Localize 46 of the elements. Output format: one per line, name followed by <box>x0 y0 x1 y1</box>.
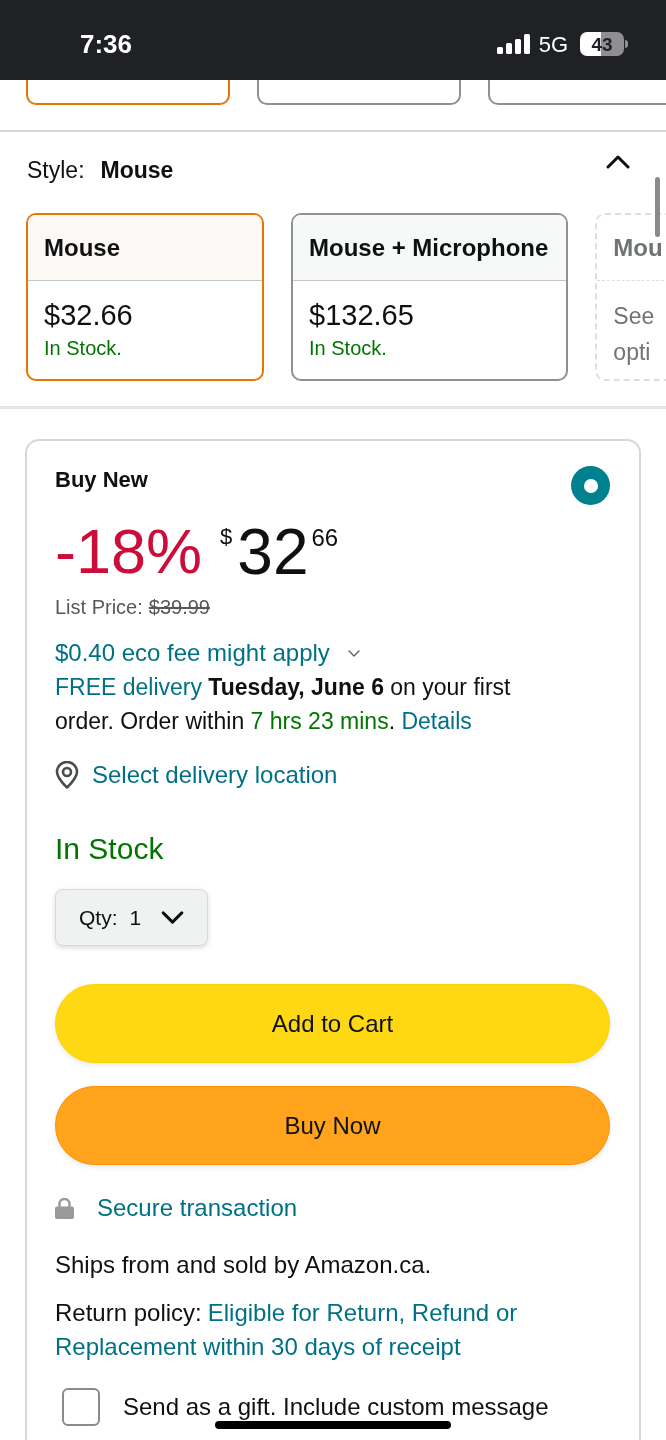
return-policy-link[interactable]: Replacement within 30 days of receipt <box>55 1330 461 1364</box>
radio-button[interactable] <box>571 466 610 505</box>
signal-icon <box>496 34 531 54</box>
offer-title: Buy New <box>55 467 148 493</box>
discount-percent: -18% <box>55 520 203 583</box>
buy-now-button[interactable]: Buy Now <box>55 1086 610 1165</box>
eco-fee-link[interactable]: $0.40 eco fee might apply <box>55 635 330 671</box>
quantity-dropdown[interactable]: Qty: 1 <box>55 889 208 946</box>
secure-transaction-link[interactable]: Secure transaction <box>97 1190 298 1226</box>
delivery-info: FREE delivery Tuesday, June 6 on your first order. Order within 7 hrs 23 mins. Details <box>55 673 512 736</box>
style-option-note: See <box>613 302 656 331</box>
style-option-price: $32.66 <box>44 298 134 333</box>
style-option-name: Mou <box>613 232 663 263</box>
list-price: $39.99 <box>148 595 210 620</box>
network-type: 5G <box>538 30 568 59</box>
text-link[interactable]: FREE delivery <box>55 674 202 700</box>
list-price-label: List Price: <box>55 595 143 620</box>
select-location-link[interactable]: Select delivery location <box>92 757 338 793</box>
location-pin-icon <box>55 761 79 789</box>
style-option-card[interactable]: Mou See opti <box>595 213 666 381</box>
chevron-down-icon <box>347 649 360 657</box>
style-option-note: opti <box>613 338 652 367</box>
style-option-card[interactable]: Mouse $32.66 In Stock. <box>26 213 264 381</box>
style-option-name: Mouse <box>44 232 120 263</box>
status-time: 7:36 <box>80 27 133 61</box>
style-option-availability: In Stock. <box>44 336 123 361</box>
style-option-availability: In Stock. <box>309 336 388 361</box>
gift-label: Send as a gift. Include custom message <box>123 1395 549 1419</box>
add-to-cart-button[interactable]: Add to Cart <box>55 984 610 1063</box>
return-policy-label: Return policy: <box>55 1298 202 1328</box>
seller-info: Ships from and sold by Amazon.ca. <box>55 1250 433 1280</box>
lock-icon <box>55 1197 74 1219</box>
color-option-card[interactable] <box>488 80 666 105</box>
availability-status: In Stock <box>55 830 164 867</box>
selected-style: Mouse <box>100 155 174 185</box>
chevron-down-icon <box>161 911 185 924</box>
return-policy-link[interactable]: Eligible for Return, Refund or <box>207 1296 518 1330</box>
scrollbar <box>655 177 660 237</box>
style-label: Style: <box>27 155 85 185</box>
color-option-card[interactable] <box>257 80 461 105</box>
style-option-name: Mouse + Microphone <box>309 232 549 263</box>
style-option-price: $132.65 <box>309 298 415 333</box>
color-option-card[interactable] <box>26 80 230 105</box>
gift-checkbox[interactable] <box>62 1388 100 1426</box>
style-option-card[interactable]: Mouse + Microphone $132.65 In Stock. <box>291 213 569 381</box>
text-link[interactable]: Details <box>401 708 472 734</box>
